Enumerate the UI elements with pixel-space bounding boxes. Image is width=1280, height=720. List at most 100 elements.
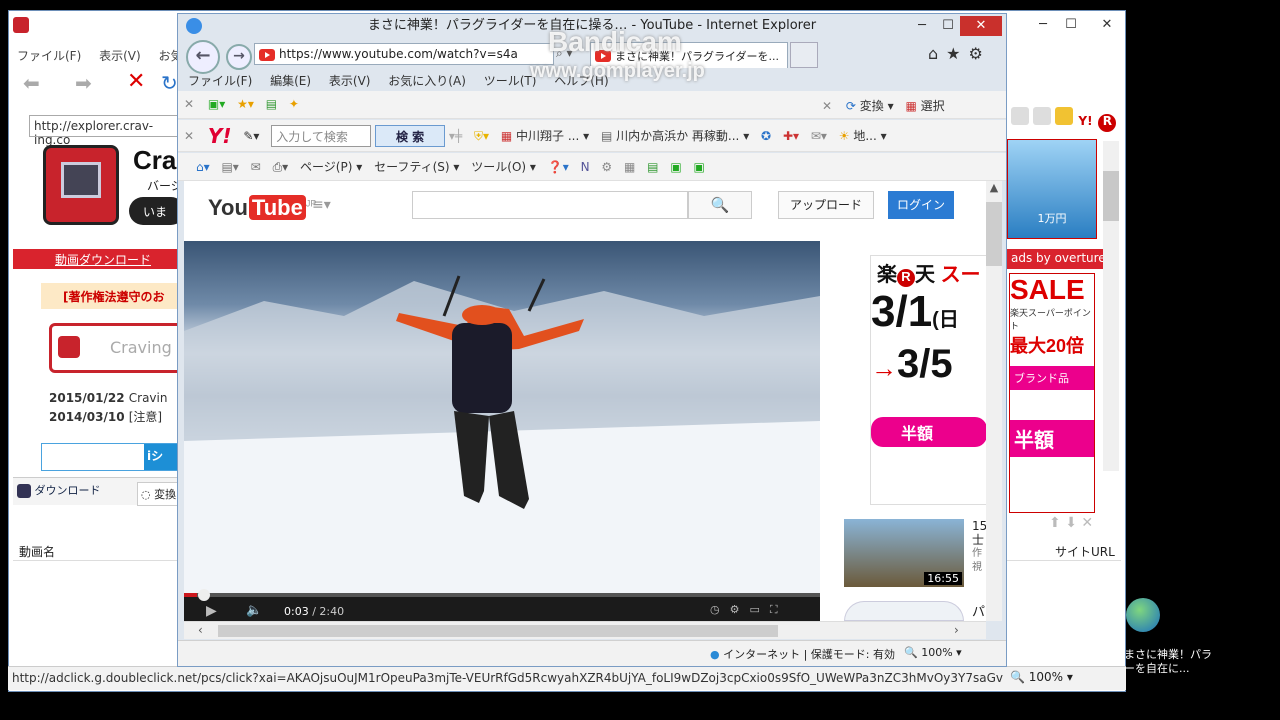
related-thumbnail[interactable]: 16:55 bbox=[844, 519, 964, 587]
column-site-url[interactable]: サイトURL bbox=[1055, 543, 1115, 560]
ads-by-overture[interactable]: ads by overture bbox=[1005, 249, 1106, 269]
close-toolbar-icon[interactable]: ✕ bbox=[184, 97, 194, 111]
safety-menu[interactable]: セーフティ(S) ▾ bbox=[374, 158, 459, 175]
convert-button[interactable]: ⟳ 変換 ▾ bbox=[846, 97, 894, 114]
pen-icon[interactable]: ✎▾ bbox=[243, 129, 259, 143]
yahoo-icon[interactable]: Y! bbox=[1076, 114, 1095, 132]
star-icon[interactable]: ✦ bbox=[289, 97, 299, 111]
print-icon[interactable]: ⎙▾ bbox=[273, 160, 289, 175]
related-info[interactable]: 15 士 作 視 bbox=[972, 519, 987, 575]
tab-download[interactable]: ダウンロード bbox=[17, 482, 101, 498]
favorites-star-icon[interactable]: ★ bbox=[946, 44, 968, 63]
secondary-input[interactable]: iシ bbox=[41, 443, 181, 471]
login-button[interactable]: ログイン bbox=[888, 191, 954, 219]
menu-view[interactable]: 表示(V) bbox=[329, 74, 371, 88]
small-ad[interactable]: 1万円 bbox=[1007, 139, 1097, 239]
tools-menu[interactable]: ツール(O) ▾ bbox=[471, 158, 536, 175]
forward-button[interactable]: → bbox=[226, 44, 252, 70]
close-button[interactable]: ✕ bbox=[1089, 15, 1125, 35]
save-icon[interactable]: ▤ bbox=[266, 97, 277, 111]
zoom-control[interactable]: 🔍 100% ▾ bbox=[904, 646, 962, 659]
remove-icon[interactable]: ✕ bbox=[1081, 515, 1093, 531]
close-toolbar-icon[interactable]: ✕ bbox=[822, 99, 832, 113]
internet-zone[interactable]: ● インターネット | 保護モード: 有効 bbox=[710, 646, 895, 662]
secondary-button[interactable]: iシ bbox=[144, 444, 180, 470]
desktop-icon-label[interactable]: まさに神業！パラ ーを自在に... bbox=[1124, 648, 1234, 676]
settings-gear-icon[interactable]: ⚙ bbox=[730, 603, 750, 616]
feeds-icon[interactable]: ▤▾ bbox=[221, 160, 238, 174]
select-button[interactable]: ▦ 選択 bbox=[905, 97, 944, 114]
favorites-add-icon[interactable]: ★▾ bbox=[237, 97, 254, 111]
page-scrollbar[interactable]: ▲ bbox=[986, 181, 1002, 621]
column-video-name[interactable]: 動画名 bbox=[19, 543, 55, 560]
mail-icon[interactable]: ✉▾ bbox=[811, 129, 827, 143]
watch-later-icon[interactable]: ◷ bbox=[710, 603, 730, 616]
back-arrow-icon[interactable]: ⬅ bbox=[23, 71, 40, 95]
horizontal-scrollbar[interactable]: ‹ › bbox=[184, 621, 986, 639]
play-icon[interactable]: ▶ bbox=[206, 603, 217, 619]
craving-icon[interactable]: ▣ bbox=[670, 160, 681, 174]
address-bar[interactable]: https://www.youtube.com/watch?v=s4a bbox=[254, 43, 554, 65]
addon-icon[interactable]: ✚▾ bbox=[783, 129, 799, 143]
refresh-icon[interactable]: ↻ bbox=[161, 71, 178, 95]
move-up-icon[interactable]: ⬆ bbox=[1049, 515, 1061, 531]
yahoo-search-button[interactable]: 検 索 bbox=[375, 125, 446, 147]
move-down-icon[interactable]: ⬇ bbox=[1065, 515, 1077, 531]
weather-link[interactable]: ☀ 地... ▾ bbox=[839, 127, 887, 144]
menu-view[interactable]: 表示(V) bbox=[99, 49, 141, 63]
yahoo-logo-icon[interactable]: Y! bbox=[208, 124, 232, 148]
news-link-1[interactable]: ▦ 中川翔子 ... ▾ bbox=[501, 127, 589, 144]
scroll-left-icon[interactable]: ‹ bbox=[198, 623, 203, 637]
rakuten-ad[interactable]: 楽R天 スー 3/1(日 →3/5 半額 bbox=[870, 255, 988, 505]
stop-icon[interactable]: ✕ bbox=[127, 69, 145, 94]
settings-icon[interactable]: ⚙ bbox=[601, 160, 612, 174]
rakuten-icon[interactable]: R bbox=[1098, 114, 1117, 132]
craving-search-box[interactable]: Craving bbox=[49, 323, 189, 373]
menu-favorites[interactable]: お気に入り(A) bbox=[388, 74, 466, 88]
ie-desktop-icon[interactable] bbox=[1126, 598, 1160, 632]
menu-file[interactable]: ファイル(F) bbox=[17, 49, 81, 63]
rakuten-sale-ad[interactable]: SALE 楽天スーパーポイント 最大20倍 ブランド品 半額 bbox=[1009, 273, 1095, 513]
record-icon[interactable]: ▣ bbox=[693, 160, 704, 174]
calendar-icon[interactable]: ▦ bbox=[624, 160, 635, 174]
related-info[interactable]: パ bbox=[972, 601, 985, 620]
video-download-bar[interactable]: 動画ダウンロード bbox=[13, 249, 183, 269]
yahoo-search-input[interactable]: 入力して検索 bbox=[271, 125, 372, 147]
background-zoom[interactable]: 🔍 100% ▾ bbox=[1004, 670, 1079, 684]
volume-icon[interactable]: 🔈 bbox=[246, 603, 262, 618]
save-icon[interactable]: ▤ bbox=[647, 160, 658, 174]
youtube-search-input[interactable] bbox=[412, 191, 688, 219]
search-icon[interactable]: 🔍 bbox=[688, 191, 752, 219]
background-address-bar[interactable]: http://explorer.crav-ing.co bbox=[29, 115, 189, 147]
favorites-circle-icon[interactable]: ✪ bbox=[761, 129, 771, 143]
new-tab-button[interactable] bbox=[790, 42, 818, 68]
scroll-thumb[interactable] bbox=[218, 625, 778, 637]
news-link-2[interactable]: ▤ 川内か高浜か 再稼動... ▾ bbox=[601, 127, 749, 144]
help-icon[interactable]: ❓▾ bbox=[548, 160, 569, 174]
page-menu[interactable]: ページ(P) ▾ bbox=[300, 158, 362, 175]
fullscreen-icon[interactable]: ⛶ bbox=[770, 603, 788, 616]
home-icon[interactable]: ⌂▾ bbox=[196, 160, 210, 174]
upload-button[interactable]: アップロード bbox=[778, 191, 874, 219]
shield-icon[interactable]: ⛨▾ bbox=[474, 129, 489, 144]
maximize-button[interactable]: ☐ bbox=[1057, 15, 1085, 35]
minimize-button[interactable]: ─ bbox=[908, 16, 936, 36]
scroll-right-icon[interactable]: › bbox=[954, 623, 959, 637]
background-scrollbar[interactable] bbox=[1103, 141, 1119, 471]
menu-tools[interactable]: ツール(T) bbox=[484, 74, 537, 88]
close-button[interactable]: ✕ bbox=[960, 16, 1002, 36]
tab-convert[interactable]: ◌ 変換 bbox=[137, 482, 181, 506]
progress-handle[interactable] bbox=[198, 589, 210, 601]
news-item[interactable]: 2015/01/22 Cravin bbox=[49, 389, 167, 408]
craving-toolbar-icon[interactable]: ▣▾ bbox=[208, 97, 225, 111]
back-button[interactable]: ← bbox=[186, 40, 220, 74]
minimize-button[interactable]: ─ bbox=[1029, 15, 1057, 35]
read-mail-icon[interactable]: ✉ bbox=[251, 160, 261, 174]
copyright-notice[interactable]: [著作権法遵守のお bbox=[41, 283, 181, 309]
related-thumbnail[interactable] bbox=[844, 601, 964, 621]
theater-icon[interactable]: ▭ bbox=[749, 603, 769, 616]
close-toolbar-icon[interactable]: ✕ bbox=[184, 129, 194, 143]
gear-icon[interactable]: ⚙ bbox=[969, 44, 991, 63]
grid-icon[interactable] bbox=[1011, 107, 1029, 125]
craving-input[interactable]: Craving bbox=[110, 338, 172, 357]
